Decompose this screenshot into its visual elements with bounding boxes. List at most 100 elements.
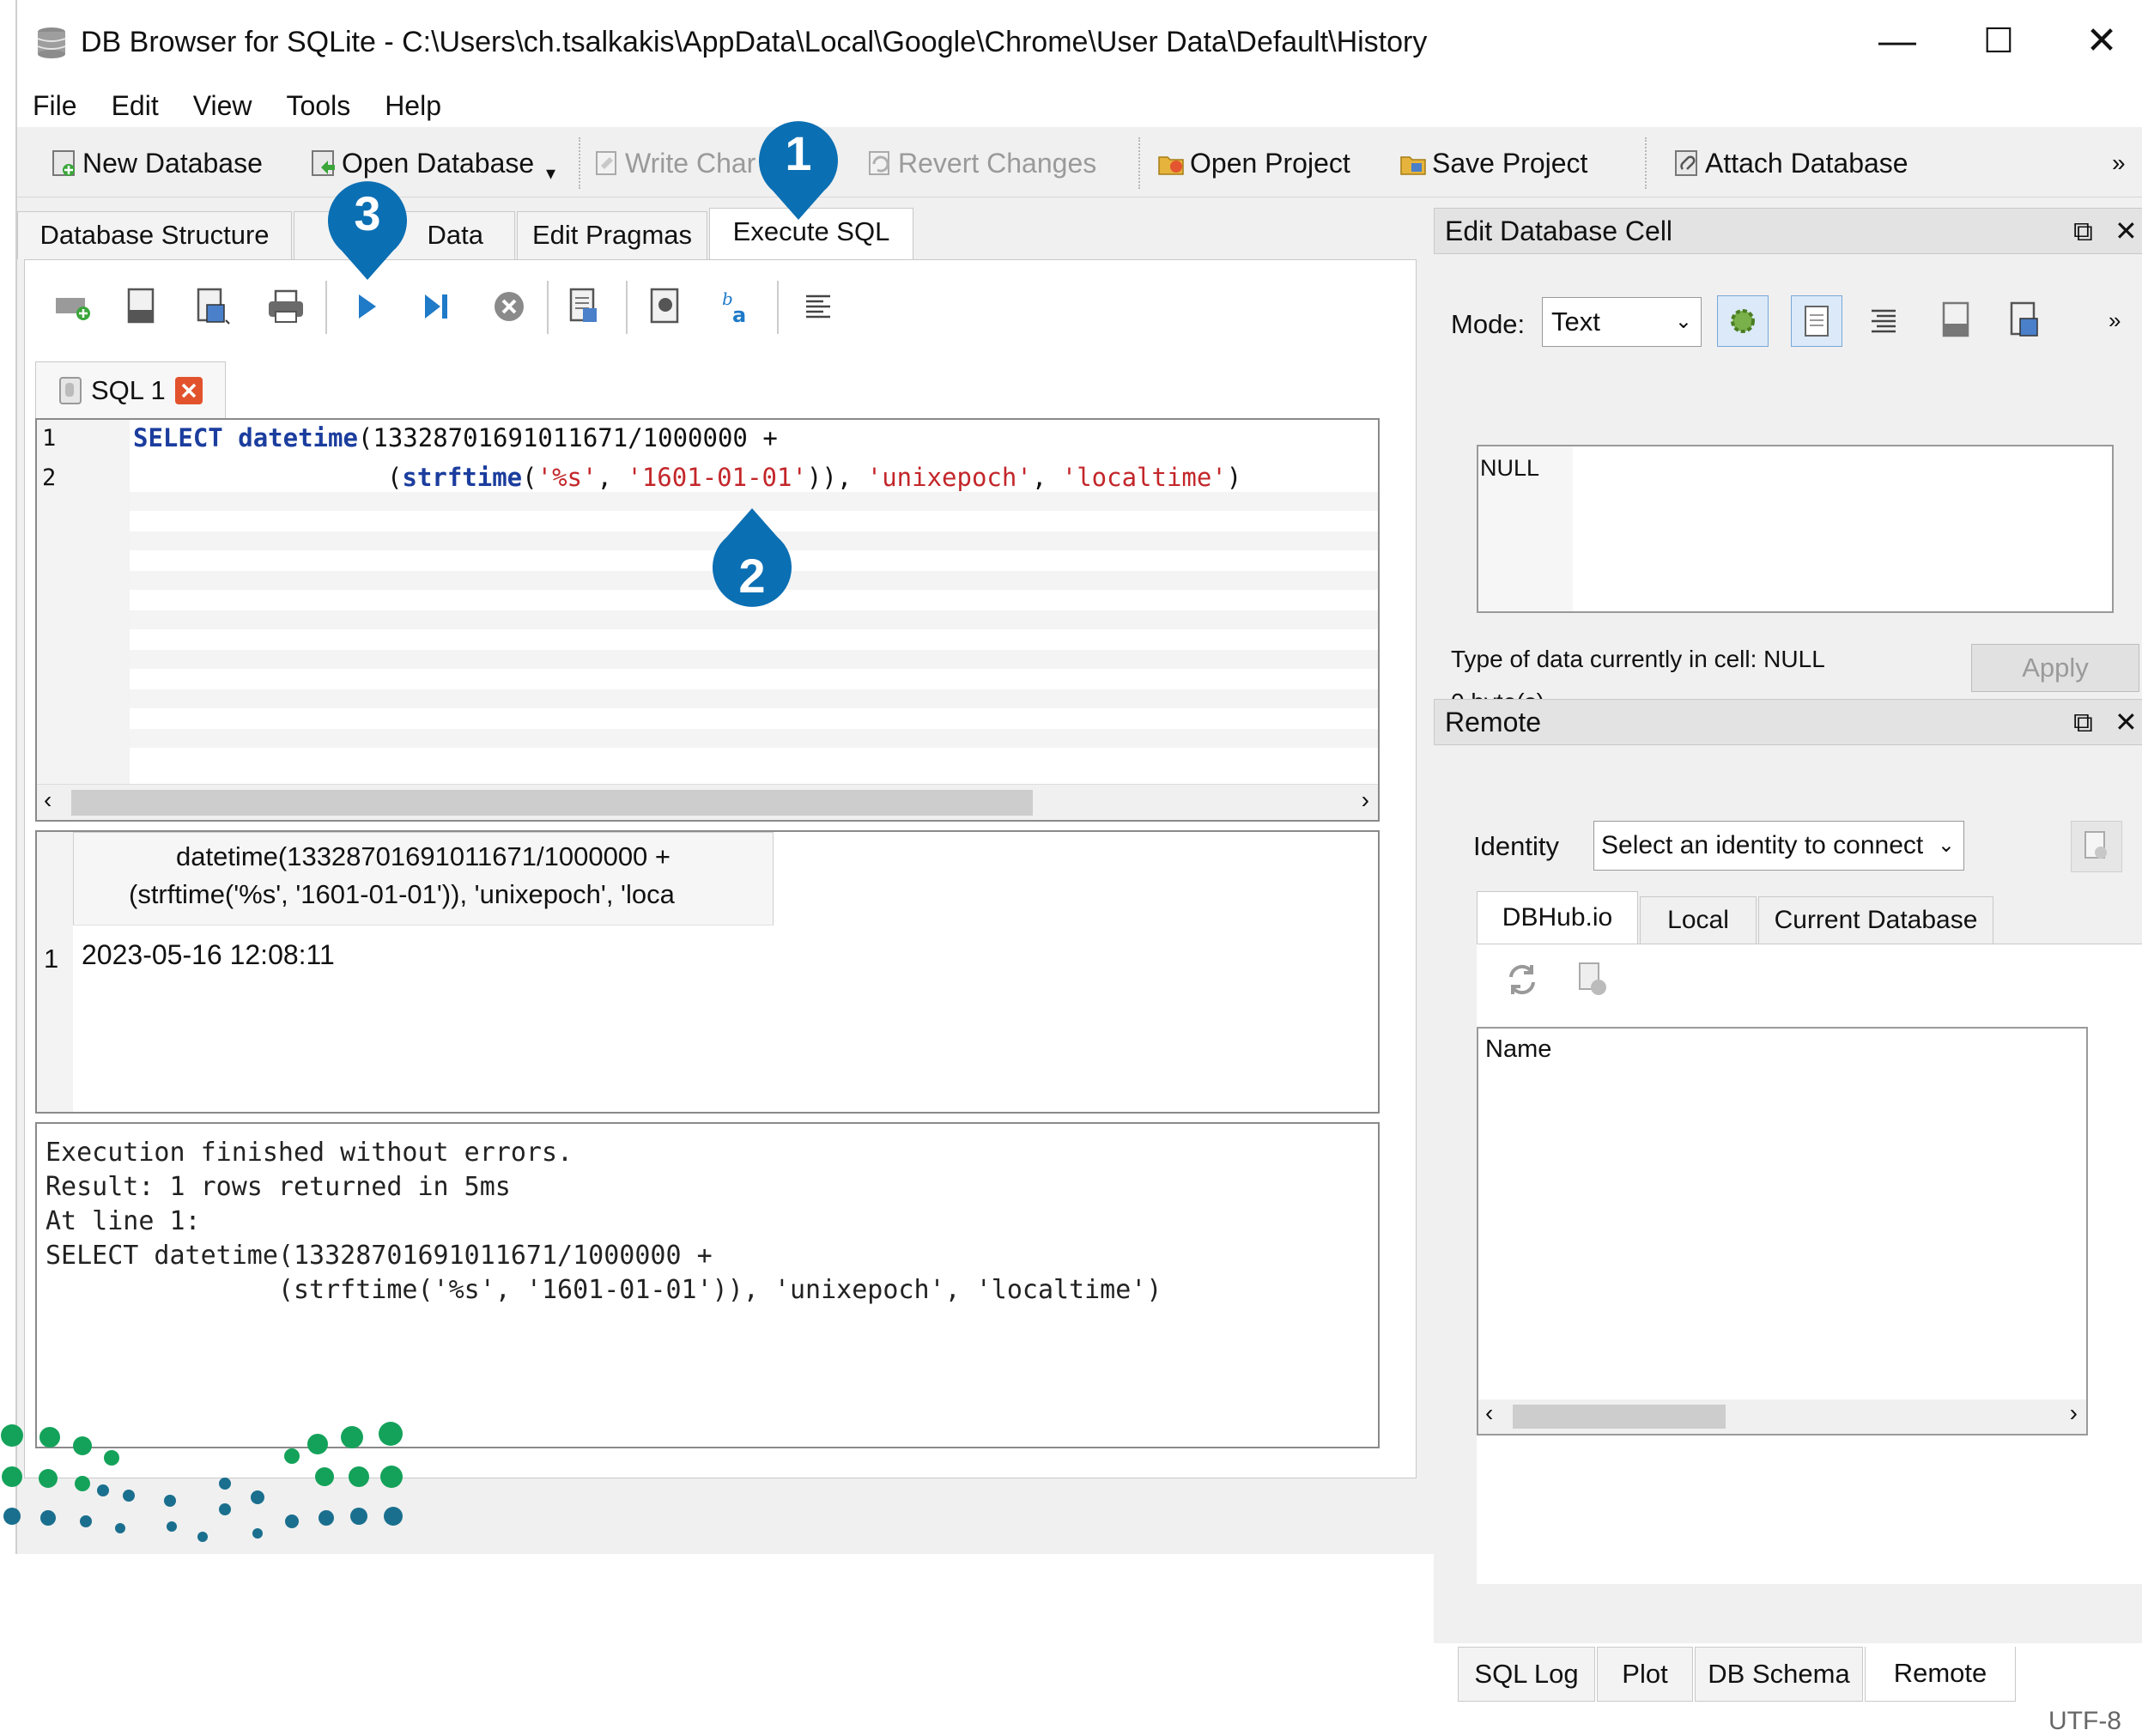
stop-execution-icon[interactable] [488,286,530,327]
document-icon [1805,306,1829,337]
remote-horizontal-scrollbar[interactable]: ‹ › [1478,1399,2086,1434]
menu-help[interactable]: Help [385,90,441,122]
comment-lines-icon[interactable] [798,286,839,327]
float-dock-icon[interactable]: ⧉ [2073,209,2093,253]
identity-select[interactable]: Select an identity to connect ⌄ [1593,821,1964,871]
export-file-button[interactable] [2004,297,2050,343]
sql-tab-label: SQL 1 [91,374,166,405]
toolbar-overflow-button[interactable]: » [2112,141,2126,185]
format-text-button[interactable] [1863,300,1904,342]
sql-toolbar: ba [25,260,1416,355]
editor-horizontal-scrollbar[interactable]: ‹ › [37,784,1378,820]
revert-changes-button[interactable]: Revert Changes [865,141,1096,185]
scrollbar-thumb[interactable] [71,790,1033,816]
sql-toolbar-separator [547,281,549,334]
sql-toolbar-separator [777,281,779,334]
mode-select[interactable]: Text ⌄ [1542,297,1702,347]
line-number: 2 [42,464,57,491]
svg-text:b: b [722,288,733,309]
toolbar-separator [1645,137,1647,189]
identity-settings-button[interactable] [2071,821,2122,872]
minimize-button[interactable]: — [1863,15,1932,67]
open-database-dropdown-icon[interactable]: ▾ [546,151,555,196]
tab-edit-pragmas[interactable]: Edit Pragmas [517,211,707,259]
message-pane: Execution finished without errors. Resul… [35,1122,1380,1448]
tab-db-schema[interactable]: DB Schema [1695,1647,1863,1702]
menu-view[interactable]: View [193,90,252,122]
name-column-header: Name [1485,1035,1552,1063]
open-tab-icon[interactable] [52,286,94,327]
close-dock-icon[interactable]: ✕ [2115,700,2138,744]
menu-file[interactable]: File [33,90,77,122]
menu-edit[interactable]: Edit [112,90,159,122]
results-grid: datetime(13328701691011671/1000000 + (st… [35,830,1380,1114]
sql-toolbar-separator [626,281,628,334]
save-sql-file-icon[interactable] [193,286,234,327]
export-icon [2010,301,2038,337]
tab-plot[interactable]: Plot [1597,1647,1693,1702]
callout-badge-2: 2 [706,505,798,616]
tab-current-database[interactable]: Current Database [1758,896,1993,944]
apply-button[interactable]: Apply [1971,644,2139,692]
remote-file-list[interactable]: Name ‹ › [1477,1027,2088,1436]
callout-badge-3: 3 [321,172,414,283]
execute-current-line-icon[interactable] [416,286,458,327]
save-project-button[interactable]: Save Project [1399,141,1587,185]
save-results-icon[interactable] [566,286,607,327]
sql-line-1: SELECT datetime(13328701691011671/100000… [133,423,778,452]
open-project-button[interactable]: Open Project [1157,141,1350,185]
main-tab-bar: Database Structure Data Edit Pragmas Exe… [17,208,1417,260]
message-line: SELECT datetime(13328701691011671/100000… [46,1241,713,1271]
sql-document-icon [59,376,82,404]
right-dock-area: Edit Database Cell ⧉ ✕ Mode: Text ⌄ » NU… [1434,199,2142,1735]
edit-cell-overflow-button[interactable]: » [2109,307,2121,334]
refresh-icon[interactable] [1502,960,1542,999]
remote-panel: Identity Select an identity to connect ⌄… [1434,745,2142,1643]
import-file-button[interactable] [1933,297,1980,343]
scroll-left-icon[interactable]: ‹ [44,786,52,814]
close-dock-icon[interactable]: ✕ [2115,209,2138,253]
tab-sql-log[interactable]: SQL Log [1458,1647,1595,1702]
tab-local[interactable]: Local [1640,896,1757,944]
menu-tools[interactable]: Tools [286,90,350,122]
maximize-button[interactable]: ☐ [1964,15,2033,67]
message-line: At line 1: [46,1206,201,1236]
tab-dbhub[interactable]: DBHub.io [1477,891,1638,944]
float-dock-icon[interactable]: ⧉ [2073,700,2093,744]
write-changes-button[interactable]: Write Char [592,141,755,185]
toolbar-separator [579,137,580,189]
scroll-left-icon[interactable]: ‹ [1485,1399,1493,1427]
attach-database-button[interactable]: Attach Database [1672,141,1908,185]
execute-all-icon[interactable] [346,286,387,327]
sql-toolbar-separator [325,281,327,334]
scroll-right-icon[interactable]: › [2070,1399,2078,1427]
message-line: Result: 1 rows returned in 5ms [46,1172,511,1202]
new-database-button[interactable]: New Database [50,141,263,185]
sql-editor-tab[interactable]: SQL 1 [35,361,226,418]
cell-editor[interactable]: NULL [1477,445,2114,613]
tab-database-structure[interactable]: Database Structure [17,211,292,259]
message-line: Execution finished without errors. [46,1138,573,1168]
result-cell[interactable]: 2023-05-16 12:08:11 [73,925,774,983]
new-database-icon [52,150,75,176]
result-row-number: 1 [44,944,59,974]
word-wrap-button[interactable] [1791,295,1842,347]
find-text-icon[interactable] [646,286,688,327]
scroll-right-icon[interactable]: › [1362,786,1369,814]
find-replace-icon[interactable]: ba [719,286,760,327]
sql-line-2: (strftime('%s', '1601-01-01')), 'unixepo… [387,463,1242,492]
sql-editor[interactable]: 1 2 SELECT datetime(13328701691011671/10… [35,418,1380,822]
menu-bar: File Edit View Tools Help [17,84,2142,127]
dotted-logo [1,1422,403,1542]
auto-switch-mode-button[interactable] [1717,295,1769,347]
import-icon [1942,301,1969,337]
close-window-button[interactable]: ✕ [2067,15,2136,67]
attach-database-icon [1675,150,1697,176]
clone-database-icon[interactable] [1573,960,1612,999]
open-sql-file-icon[interactable] [121,286,162,327]
close-tab-icon[interactable] [174,376,203,405]
database-app-icon [37,27,66,58]
tab-remote[interactable]: Remote [1865,1647,2016,1702]
print-icon[interactable] [265,286,306,327]
scrollbar-thumb[interactable] [1513,1405,1726,1429]
